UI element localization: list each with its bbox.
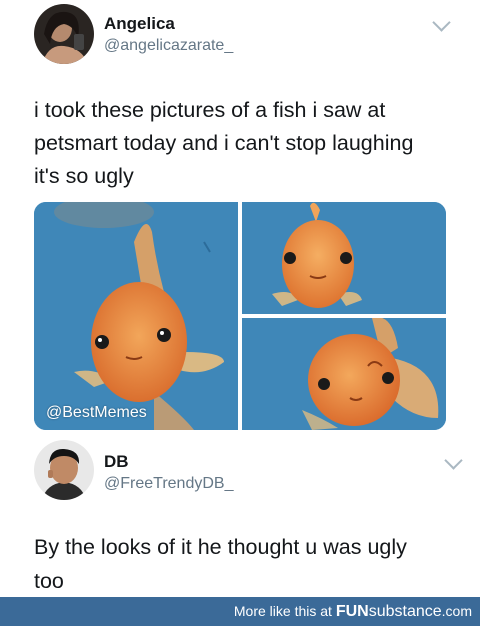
display-name[interactable]: DB <box>104 452 129 472</box>
tweet-text-line: it's so ugly <box>34 164 134 188</box>
footer-brand-rest: substance <box>368 603 442 620</box>
tweet-text-line: too <box>34 569 64 593</box>
avatar-angelica[interactable] <box>34 4 94 64</box>
source-footer: More like this at FUNsubstance.com <box>0 597 480 626</box>
tweet-text-line: i took these pictures of a fish i saw at <box>34 98 386 122</box>
avatar-db[interactable] <box>34 440 94 500</box>
user-handle[interactable]: @FreeTrendyDB_ <box>104 475 233 493</box>
display-name[interactable]: Angelica <box>104 14 175 34</box>
user-handle[interactable]: @angelicazarate_ <box>104 37 233 55</box>
tweet-reply: DB @FreeTrendyDB_ By the looks of it he … <box>0 440 480 597</box>
watermark: @BestMemes <box>46 404 147 421</box>
fish-photo-bottom-right[interactable] <box>242 318 446 430</box>
footer-text[interactable]: More like this at FUNsubstance.com <box>234 603 472 621</box>
tweet-media-grid[interactable]: @BestMemes <box>34 202 446 430</box>
tweet-original: Angelica @angelicazarate_ i took these p… <box>0 0 480 440</box>
footer-brand-tld: .com <box>441 603 472 619</box>
tweet-text: i took these pictures of a fish i saw at… <box>34 94 454 193</box>
fish-photo-top-right[interactable] <box>242 202 446 314</box>
tweet-text-line: petsmart today and i can't stop laughing <box>34 131 414 155</box>
footer-prefix: More like this at <box>233 603 332 619</box>
tweet-text: By the looks of it he thought u was ugly… <box>34 530 454 598</box>
chevron-down-icon[interactable] <box>432 13 451 32</box>
tweet-text-line: By the looks of it he thought u was ugly <box>34 535 407 559</box>
fish-photo-large[interactable]: @BestMemes <box>34 202 238 430</box>
chevron-down-icon[interactable] <box>444 451 463 470</box>
footer-brand-bold: FUN <box>335 603 369 620</box>
